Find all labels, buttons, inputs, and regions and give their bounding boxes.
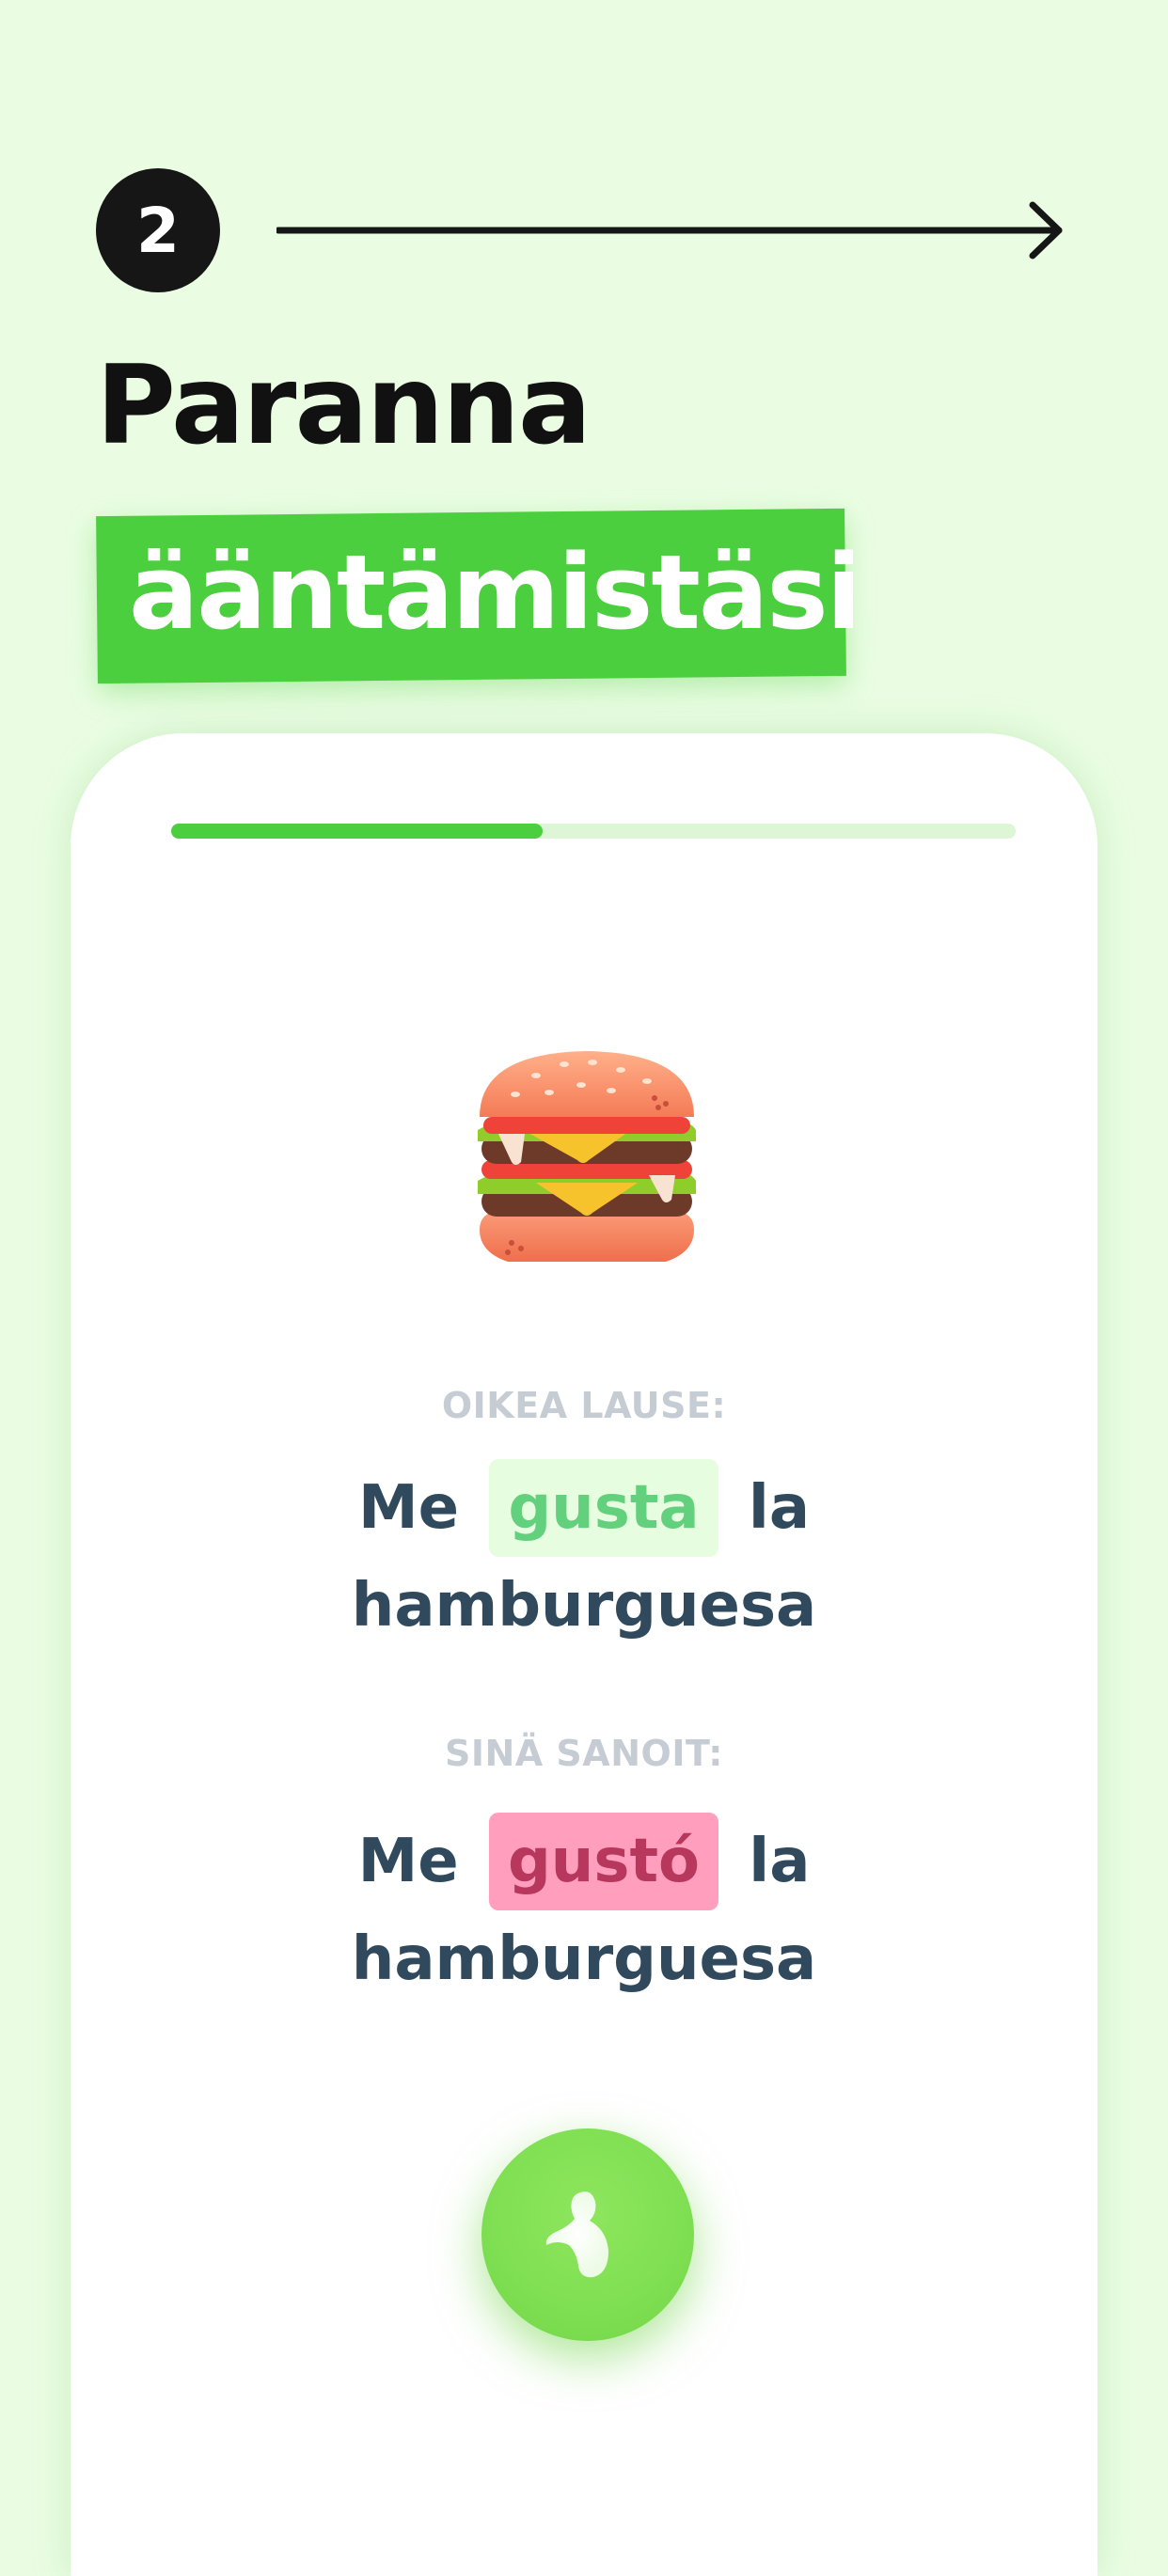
sentence-word: Me xyxy=(357,1827,459,1896)
step-number: 2 xyxy=(136,194,180,267)
microphone-icon xyxy=(545,2191,608,2278)
correct-word-highlight: gusta xyxy=(489,1459,718,1557)
sentence-line-2: hamburguesa xyxy=(351,1924,817,1994)
correct-sentence: Me gusta la hamburguesa xyxy=(71,1459,1097,1655)
said-sentence-label: SINÄ SANOIT: xyxy=(444,1733,723,1774)
headline-highlight-text: ääntämistäsi xyxy=(129,532,861,652)
sentence-line-2: hamburguesa xyxy=(351,1571,817,1641)
wrong-word-highlight: gustó xyxy=(488,1813,718,1910)
said-sentence: Me gustó la hamburguesa xyxy=(71,1813,1097,2008)
correct-sentence-label: OIKEA LAUSE: xyxy=(441,1385,727,1426)
lesson-progress-fill xyxy=(171,824,544,839)
sentence-word: Me xyxy=(357,1473,460,1543)
step-number-badge: 2 xyxy=(96,168,220,292)
sentence-word: la xyxy=(749,1827,811,1896)
arrow-right-icon xyxy=(276,201,1063,259)
sentence-word: la xyxy=(748,1473,811,1543)
microphone-button[interactable] xyxy=(481,2128,694,2341)
lesson-progress-bar xyxy=(171,824,1016,839)
burger-icon xyxy=(478,1051,696,1262)
phone-mockup: OIKEA LAUSE: Me gusta la hamburguesa SIN… xyxy=(71,733,1097,2576)
headline-title: Paranna xyxy=(96,342,592,469)
